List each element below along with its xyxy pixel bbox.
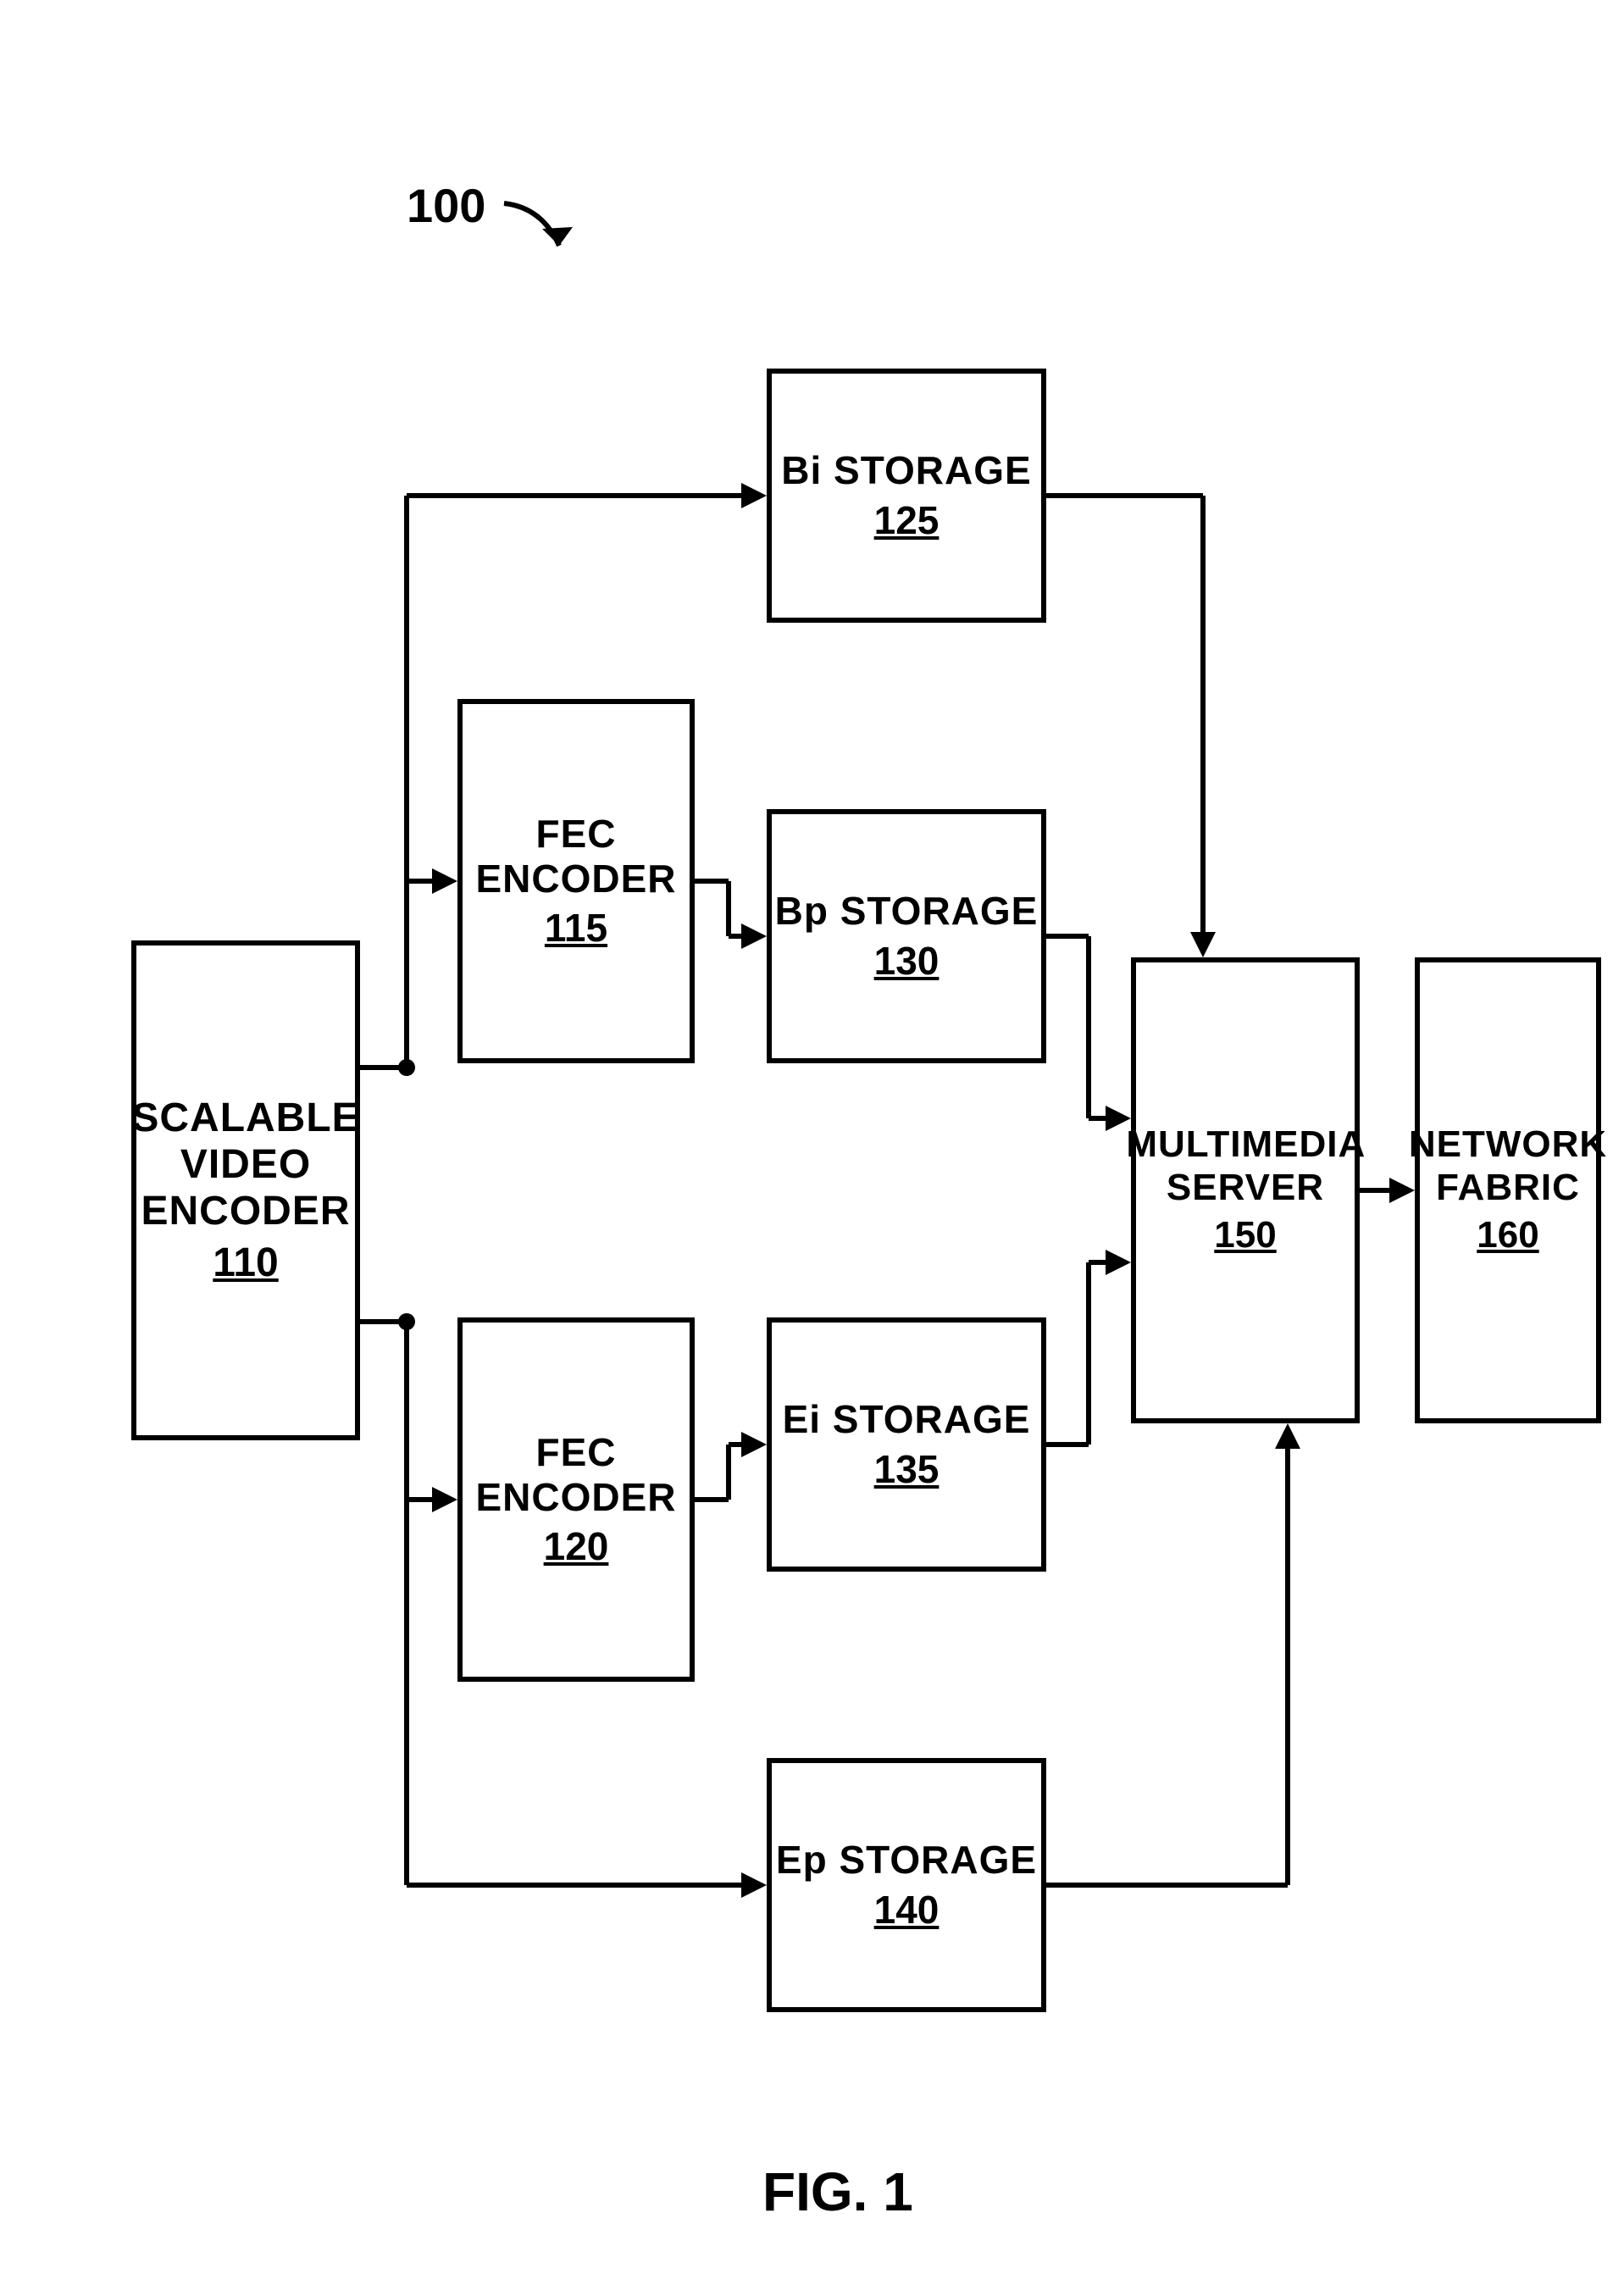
block-multimedia-server: MULTIMEDIA SERVER 150 [1131,957,1360,1423]
block-network-fabric: NETWORK FABRIC 160 [1415,957,1601,1423]
block-fec-encoder-120: FEC ENCODER 120 [457,1317,695,1682]
block-title: SCALABLE VIDEO ENCODER [131,1095,359,1235]
block-number: 130 [874,939,940,984]
diagram-id: 100 [407,178,485,233]
block-fec-encoder-115: FEC ENCODER 115 [457,699,695,1063]
block-title: MULTIMEDIA SERVER [1126,1123,1364,1209]
block-number: 160 [1477,1214,1538,1257]
block-title: FEC ENCODER [463,1430,690,1520]
block-bp-storage: Bp STORAGE 130 [767,809,1046,1063]
figure-label: FIG. 1 [762,2160,913,2223]
block-number: 115 [545,906,607,951]
block-title: Ep STORAGE [776,1838,1037,1883]
block-ep-storage: Ep STORAGE 140 [767,1758,1046,2012]
block-number: 120 [544,1524,609,1569]
block-number: 125 [874,498,940,543]
block-number: 135 [874,1447,940,1492]
block-number: 140 [874,1888,940,1933]
block-scalable-video-encoder: SCALABLE VIDEO ENCODER 110 [131,940,360,1440]
block-number: 110 [213,1240,278,1286]
diagram-canvas: 100 SCALABLE VIDEO ENCODER 110 FEC ENCOD… [0,0,1613,2296]
block-ei-storage: Ei STORAGE 135 [767,1317,1046,1572]
block-title: FEC ENCODER [463,812,690,901]
block-title: Bi STORAGE [781,448,1031,493]
block-bi-storage: Bi STORAGE 125 [767,369,1046,623]
block-title: NETWORK FABRIC [1409,1123,1607,1209]
block-title: Bp STORAGE [775,889,1039,934]
block-title: Ei STORAGE [783,1397,1031,1442]
block-number: 150 [1214,1214,1276,1257]
